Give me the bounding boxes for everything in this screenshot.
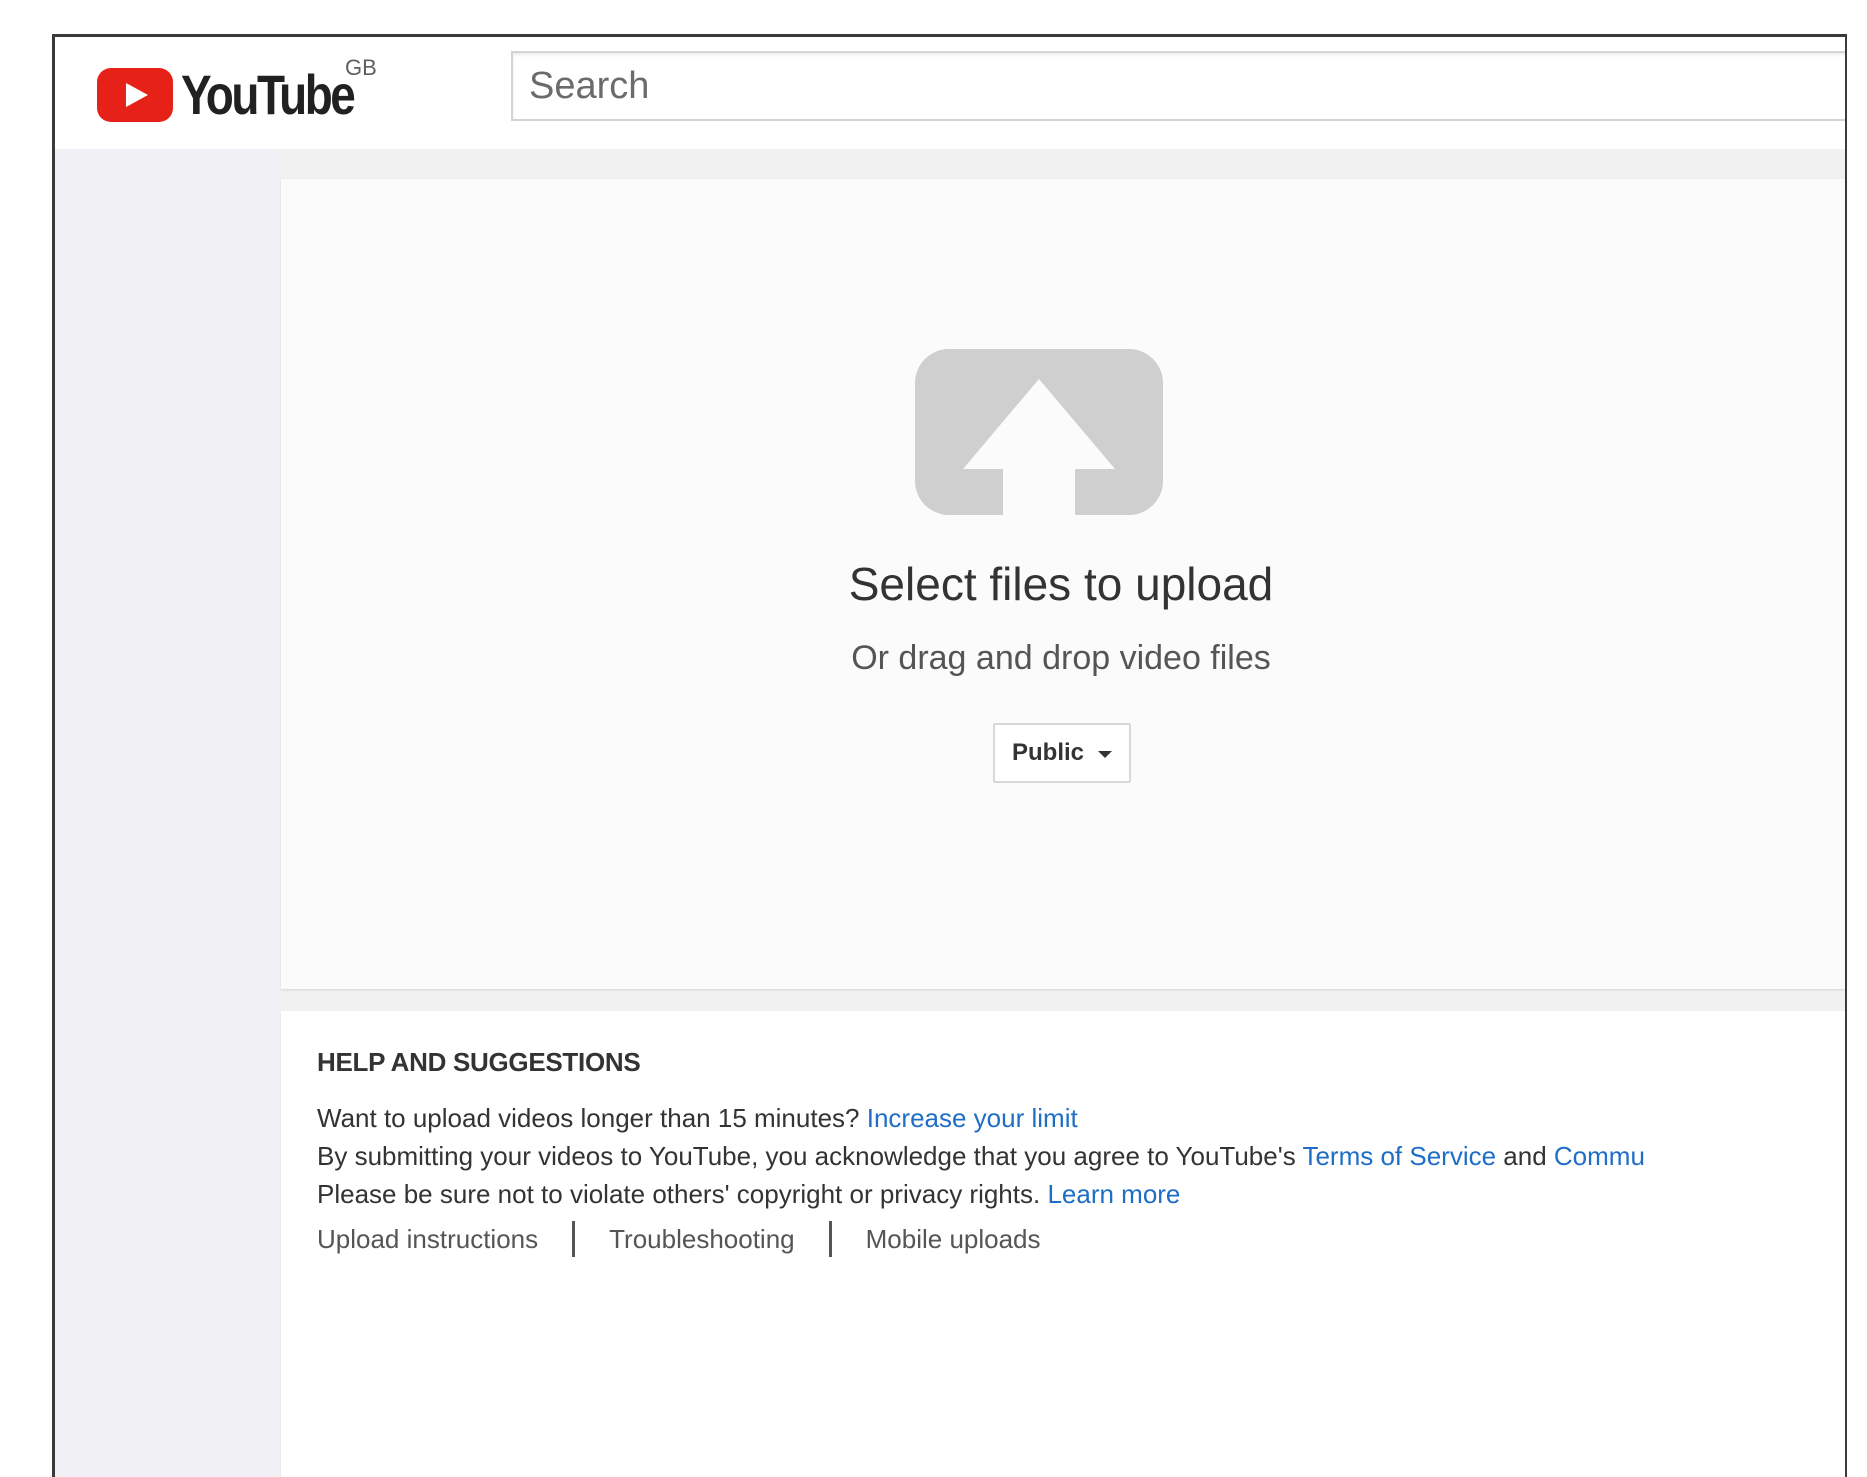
search-box[interactable] <box>511 51 1845 121</box>
upload-title[interactable]: Select files to upload <box>281 557 1841 611</box>
mobile-uploads-link[interactable]: Mobile uploads <box>866 1224 1041 1255</box>
chevron-down-icon <box>1098 750 1112 758</box>
guide-sidebar <box>55 149 281 1477</box>
help-text: By submitting your videos to YouTube, yo… <box>317 1141 1303 1171</box>
divider <box>828 1221 832 1257</box>
learn-more-link[interactable]: Learn more <box>1047 1179 1180 1209</box>
help-panel: HELP AND SUGGESTIONS Want to upload vide… <box>281 1011 1845 1477</box>
divider <box>572 1221 576 1257</box>
help-heading: HELP AND SUGGESTIONS <box>317 1047 641 1077</box>
logo-wordmark: YouTube <box>181 63 356 126</box>
browser-viewport: YouTube GB Select files to upload Or dra… <box>52 34 1847 1477</box>
community-guidelines-link[interactable]: Commu <box>1554 1141 1645 1171</box>
help-footer-links: Upload instructions Troubleshooting Mobi… <box>317 1221 1041 1257</box>
upload-dropzone[interactable]: Select files to upload Or drag and drop … <box>281 179 1845 989</box>
help-line-length: Want to upload videos longer than 15 min… <box>317 1103 1078 1134</box>
increase-limit-link[interactable]: Increase your limit <box>867 1103 1078 1133</box>
search-input[interactable] <box>513 53 1845 119</box>
troubleshooting-link[interactable]: Troubleshooting <box>609 1224 795 1255</box>
help-text: and <box>1496 1141 1554 1171</box>
youtube-play-icon <box>97 68 173 122</box>
upload-arrow-icon[interactable] <box>915 349 1163 515</box>
help-line-terms: By submitting your videos to YouTube, yo… <box>317 1141 1645 1172</box>
country-code: GB <box>345 55 377 80</box>
help-line-copyright: Please be sure not to violate others' co… <box>317 1179 1180 1210</box>
terms-of-service-link[interactable]: Terms of Service <box>1302 1141 1496 1171</box>
masthead: YouTube GB <box>55 37 1845 149</box>
upload-subtitle: Or drag and drop video files <box>851 639 1271 677</box>
upload-instructions-link[interactable]: Upload instructions <box>317 1224 538 1255</box>
help-text: Please be sure not to violate others' co… <box>317 1179 1048 1209</box>
privacy-dropdown[interactable]: Public <box>993 723 1131 783</box>
privacy-value: Public <box>1011 739 1084 766</box>
help-text: Want to upload videos longer than 15 min… <box>317 1103 867 1133</box>
